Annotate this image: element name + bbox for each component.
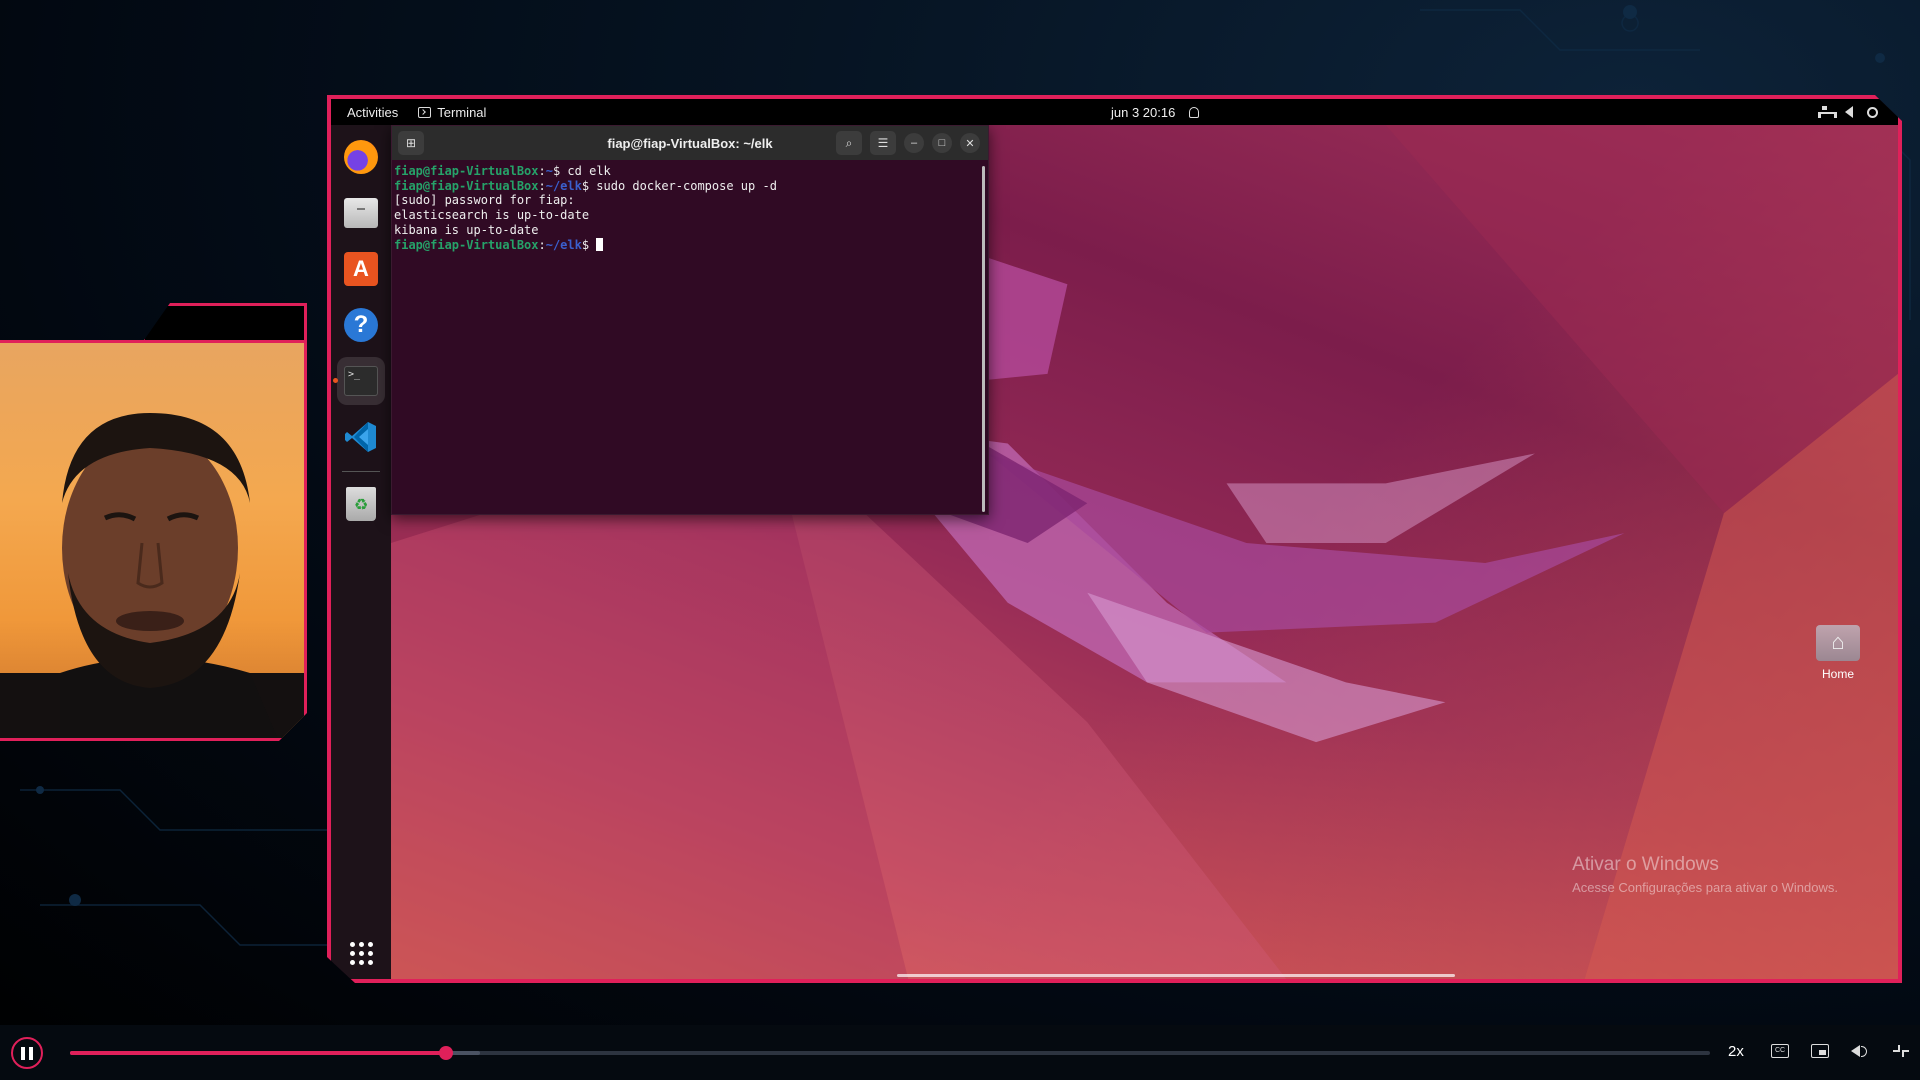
close-button[interactable]: ✕ [960,133,980,153]
watermark-title: Ativar o Windows [1572,854,1719,875]
trash-icon: ♻ [346,487,376,521]
search-icon[interactable]: ⌕ [836,131,862,155]
gnome-top-bar: Activities Terminal jun 3 20:16 [331,99,1898,125]
desktop-home-shortcut[interactable]: Home [1806,625,1870,681]
power-icon [1867,107,1878,118]
clock-menu[interactable]: jun 3 20:16 [1111,105,1199,120]
terminal-header-bar[interactable]: ⊞ fiap@fiap-VirtualBox: ~/elk ⌕ ☰ – □ ✕ [392,126,988,160]
presenter-video [0,343,307,741]
terminal-line: fiap@fiap-VirtualBox:~/elk$ sudo docker-… [394,178,777,193]
help-icon: ? [344,308,378,342]
text-cursor [596,238,603,251]
terminal-line: fiap@fiap-VirtualBox:~/elk$ [394,238,986,253]
new-tab-button[interactable]: ⊞ [398,131,424,155]
volume-control-icon[interactable] [1851,1044,1869,1058]
home-folder-icon [1816,625,1860,661]
dock-item-vscode[interactable] [337,413,385,461]
playback-speed-button[interactable]: 2x [1728,1043,1744,1060]
terminal-toolbar: ⌕ ☰ – □ ✕ [836,131,980,155]
volume-icon [1845,106,1853,118]
vm-screen-frame: Home Ativar o Windows Acesse Configuraçõ… [327,95,1902,983]
notification-bell-icon [1189,107,1199,118]
firefox-icon [344,140,378,174]
clock-text: jun 3 20:16 [1111,104,1176,120]
dock-item-trash[interactable]: ♻ [337,480,385,528]
home-label: Home [1821,667,1854,681]
terminal-scrollbar[interactable] [982,166,985,512]
terminal-line: fiap@fiap-VirtualBox:~$ cd elk [394,164,611,178]
progress-played [70,1051,446,1055]
system-tray[interactable] [1818,106,1878,118]
video-player-controls: 2x CC [0,1025,1920,1080]
dock-separator [342,471,380,472]
terminal-line: [sudo] password for fiap: [394,193,575,208]
hamburger-menu-icon[interactable]: ☰ [870,131,896,155]
terminal-small-icon [418,107,431,118]
terminal-icon: >_ [344,366,378,396]
show-apps-grid-icon[interactable] [350,942,373,965]
progress-track[interactable] [70,1046,1710,1060]
terminal-line: elasticsearch is up-to-date [394,208,590,223]
pause-button[interactable] [11,1037,43,1069]
webcam-overlay [0,340,307,741]
picture-in-picture-icon[interactable] [1811,1044,1829,1058]
app-store-icon: A [344,252,378,286]
activities-button[interactable]: Activities [347,105,398,120]
exit-fullscreen-icon[interactable] [1892,1044,1910,1058]
dock-item-app-store[interactable]: A [337,245,385,293]
terminal-output[interactable]: fiap@fiap-VirtualBox:~$ cd elk fiap@fiap-… [392,160,988,256]
dock-item-help[interactable]: ? [337,301,385,349]
terminal-line: kibana is up-to-date [394,222,539,237]
dock-item-files[interactable] [337,189,385,237]
ubuntu-dock: A ? >_ ♻ [331,125,391,979]
watermark-subtitle: Acesse Configurações para ativar o Windo… [1572,880,1838,895]
webcam-frame-tab [142,303,307,343]
dock-item-firefox[interactable] [337,133,385,181]
network-icon [1818,106,1831,118]
vm-horizontal-scrollbar[interactable] [897,974,1455,977]
app-menu-terminal[interactable]: Terminal [418,105,486,120]
captions-icon[interactable]: CC [1771,1044,1789,1058]
app-menu-label: Terminal [437,104,487,120]
vscode-icon [344,420,378,454]
minimize-button[interactable]: – [904,133,924,153]
progress-knob[interactable] [438,1046,453,1060]
dock-item-terminal[interactable]: >_ [337,357,385,405]
terminal-window[interactable]: ⊞ fiap@fiap-VirtualBox: ~/elk ⌕ ☰ – □ ✕ … [391,125,989,515]
windows-activation-watermark: Ativar o Windows Acesse Configurações pa… [1572,854,1838,895]
maximize-button[interactable]: □ [932,133,952,153]
files-icon [344,198,378,228]
